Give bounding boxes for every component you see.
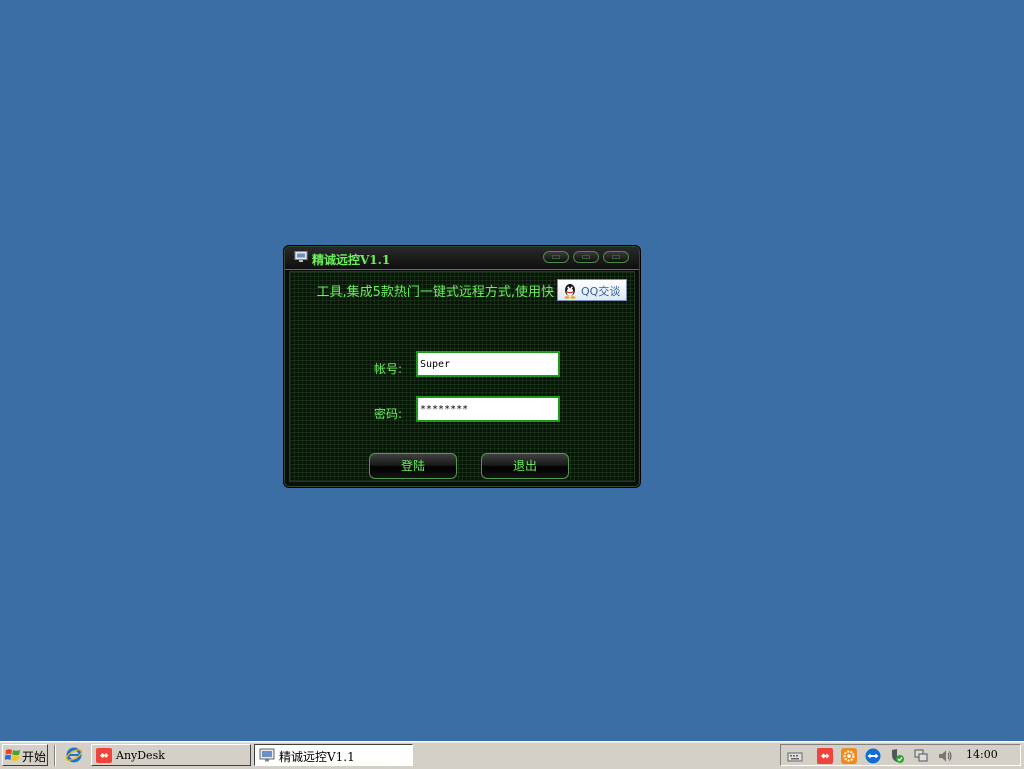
app-window-icon: [259, 748, 275, 762]
start-label: 开始: [22, 750, 47, 764]
keyboard-icon[interactable]: [787, 748, 803, 764]
network-icon[interactable]: [913, 748, 929, 764]
anydesk-icon: [96, 748, 112, 763]
qq-penguin-icon: [564, 284, 576, 299]
internet-explorer-icon[interactable]: [65, 746, 83, 764]
minimize-icon: [552, 255, 560, 259]
password-label: 密码:: [374, 407, 403, 421]
maximize-icon: [582, 255, 590, 259]
taskbar-item-remote-control[interactable]: 精诚远控V1.1: [254, 744, 413, 766]
minimize-button[interactable]: [543, 251, 569, 263]
taskbar-item-anydesk[interactable]: AnyDesk: [91, 744, 251, 766]
taskbar: 开始 AnyDesk 精诚远控V1.1 14:00: [0, 741, 1024, 769]
account-label: 帐号:: [374, 362, 403, 376]
monitor-icon: [294, 251, 308, 262]
close-button[interactable]: [603, 251, 629, 263]
windows-logo-icon: [5, 749, 20, 761]
title-bar[interactable]: 精诚远控V1.1: [285, 247, 639, 270]
qq-chat-button[interactable]: QQ交谈: [557, 279, 627, 301]
login-panel: 工具,集成5款热门一键式远程方式,使用快 QQ交谈 帐号: 密码: 登陆 退出: [289, 271, 635, 482]
window-title: 精诚远控V1.1: [312, 253, 391, 267]
quick-launch-separator: [54, 745, 56, 766]
password-input[interactable]: [416, 396, 560, 422]
teamviewer-icon[interactable]: [865, 748, 881, 764]
qq-chat-label: QQ交谈: [581, 285, 621, 298]
settings-icon[interactable]: [841, 748, 857, 764]
clock: 14:00: [966, 748, 998, 761]
volume-icon[interactable]: [937, 748, 953, 764]
login-button[interactable]: 登陆: [369, 453, 457, 479]
taskbar-item-label: 精诚远控V1.1: [279, 750, 355, 764]
marquee-text: 工具,集成5款热门一键式远程方式,使用快: [316, 285, 554, 300]
anydesk-tray-icon[interactable]: [817, 748, 833, 764]
system-tray: 14:00: [780, 744, 1021, 766]
close-icon: [612, 255, 620, 259]
shield-icon[interactable]: [889, 748, 905, 764]
maximize-button[interactable]: [573, 251, 599, 263]
marquee-area: 工具,集成5款热门一键式远程方式,使用快: [298, 278, 554, 302]
start-button[interactable]: 开始: [2, 744, 48, 766]
account-input[interactable]: [416, 351, 560, 377]
taskbar-item-label: AnyDesk: [116, 749, 165, 762]
exit-button[interactable]: 退出: [481, 453, 569, 479]
remote-control-window: 精诚远控V1.1 工具,集成5款热门一键式远程方式,使用快 QQ交谈 帐号: 密…: [284, 246, 640, 487]
